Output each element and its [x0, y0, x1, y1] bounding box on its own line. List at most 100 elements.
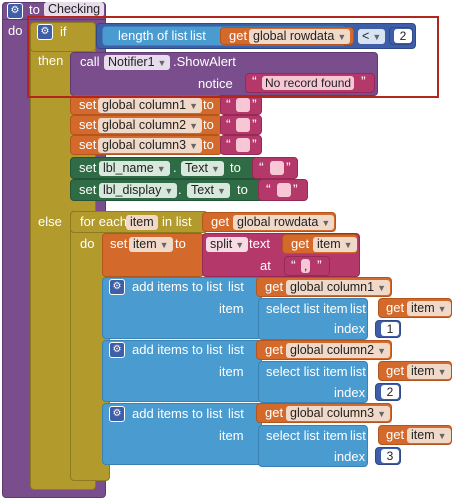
variable-dropdown[interactable]: item ▼ — [407, 364, 451, 379]
get-label: get — [386, 363, 405, 378]
add-items-label: add items to list — [132, 406, 223, 421]
component-name: lbl_display — [103, 183, 162, 197]
get-label: get — [386, 300, 405, 315]
variable-dropdown[interactable]: global column3 ▼ — [98, 138, 203, 153]
split-dropdown[interactable]: split ▼ — [206, 237, 249, 252]
close-quote: ” — [293, 181, 298, 197]
to-label: to — [203, 97, 214, 112]
set-label: set — [79, 97, 97, 112]
gear-icon[interactable]: ⚙ — [109, 342, 125, 358]
index-value[interactable]: 2 — [381, 385, 399, 399]
select-list-item-label: select list item — [266, 428, 348, 443]
procedure-do-label: do — [8, 23, 23, 38]
index-value[interactable]: 3 — [381, 449, 399, 463]
variable-dropdown[interactable]: global column2 ▼ — [98, 118, 203, 133]
dropdown-arrow-icon: ▼ — [159, 240, 169, 250]
gear-icon[interactable]: ⚙ — [109, 279, 125, 295]
variable-name: item — [411, 301, 435, 315]
set-label: set — [110, 236, 128, 251]
empty-string[interactable] — [236, 98, 250, 112]
in-list-label: in list — [162, 214, 192, 229]
variable-dropdown[interactable]: global column2 ▼ — [286, 343, 391, 358]
index-label: index — [334, 449, 366, 464]
list-label: list — [350, 364, 366, 379]
procedure-name-field[interactable]: Checking — [44, 2, 105, 17]
variable-dropdown[interactable]: global column1 ▼ — [98, 98, 203, 113]
get-label: get — [386, 427, 405, 442]
list-label: list — [350, 301, 366, 316]
to-label: to — [203, 117, 214, 132]
text-label: text — [249, 236, 270, 251]
variable-dropdown[interactable]: global rowdata ▼ — [233, 215, 335, 230]
get-label: get — [291, 236, 310, 251]
component-dropdown[interactable]: lbl_display ▼ — [99, 183, 178, 198]
variable-dropdown[interactable]: global column3 ▼ — [286, 406, 391, 421]
variable-dropdown[interactable]: item ▼ — [407, 301, 451, 316]
select-list-item-label: select list item — [266, 364, 348, 379]
close-quote: ” — [252, 136, 257, 152]
index-value[interactable]: 1 — [381, 322, 399, 336]
to-label: to — [237, 182, 248, 197]
dropdown-arrow-icon: ▼ — [156, 164, 166, 174]
variable-name: global rowdata — [237, 215, 319, 229]
set-label: set — [79, 182, 97, 197]
close-quote: ” — [286, 159, 291, 175]
variable-dropdown[interactable]: item ▼ — [313, 237, 357, 252]
variable-name: item — [411, 364, 435, 378]
get-label: get — [265, 405, 284, 420]
empty-string[interactable] — [236, 118, 250, 132]
dropdown-arrow-icon: ▼ — [377, 283, 387, 293]
empty-string[interactable] — [270, 161, 284, 175]
item-label: item — [219, 301, 244, 316]
variable-name: global column3 — [102, 138, 187, 152]
variable-name: global column1 — [290, 280, 375, 294]
get-label: get — [211, 214, 230, 229]
get-label: get — [265, 279, 284, 294]
component-dropdown[interactable]: lbl_name ▼ — [99, 161, 170, 176]
property-dropdown[interactable]: Text ▼ — [187, 183, 230, 198]
dropdown-arrow-icon: ▼ — [343, 240, 353, 250]
list-label: list — [228, 406, 244, 421]
dropdown-arrow-icon: ▼ — [189, 141, 199, 151]
dropdown-arrow-icon: ▼ — [216, 186, 226, 196]
separator-value[interactable]: , — [301, 259, 311, 273]
dropdown-arrow-icon: ▼ — [189, 121, 199, 131]
variable-name: global column2 — [290, 343, 375, 357]
gear-icon[interactable]: ⚙ — [109, 406, 125, 422]
open-quote: “ — [291, 257, 296, 273]
loop-variable-field[interactable]: item — [126, 215, 158, 230]
list-label: list — [350, 428, 366, 443]
to-label: to — [230, 160, 241, 175]
dot-label: . — [173, 160, 177, 175]
dropdown-arrow-icon: ▼ — [164, 186, 174, 196]
close-quote: ” — [317, 257, 322, 273]
set-label: set — [79, 160, 97, 175]
empty-string[interactable] — [236, 138, 250, 152]
get-label: get — [265, 342, 284, 357]
blocks-workspace[interactable]: ⚙ to Checking do ⚙ if then else length o… — [0, 0, 454, 500]
to-label: to — [203, 137, 214, 152]
index-label: index — [334, 321, 366, 336]
open-quote: “ — [259, 159, 264, 175]
split-name: split — [210, 237, 233, 251]
dropdown-arrow-icon: ▼ — [377, 346, 387, 356]
gear-icon[interactable]: ⚙ — [7, 3, 23, 19]
open-quote: “ — [226, 136, 231, 152]
variable-name: item — [317, 237, 341, 251]
list-label: list — [228, 342, 244, 357]
open-quote: “ — [226, 96, 231, 112]
list-label: list — [228, 279, 244, 294]
add-items-label: add items to list — [132, 342, 223, 357]
dropdown-arrow-icon: ▼ — [321, 218, 331, 228]
component-name: lbl_name — [103, 161, 154, 175]
dropdown-arrow-icon: ▼ — [437, 304, 447, 314]
dropdown-arrow-icon: ▼ — [437, 367, 447, 377]
highlight-box — [27, 16, 439, 98]
empty-string[interactable] — [277, 183, 291, 197]
variable-dropdown[interactable]: global column1 ▼ — [286, 280, 391, 295]
at-label: at — [260, 258, 271, 273]
variable-dropdown[interactable]: item ▼ — [407, 428, 451, 443]
property-name: Text — [185, 161, 208, 175]
variable-dropdown[interactable]: item ▼ — [129, 237, 173, 252]
property-dropdown[interactable]: Text ▼ — [181, 161, 224, 176]
